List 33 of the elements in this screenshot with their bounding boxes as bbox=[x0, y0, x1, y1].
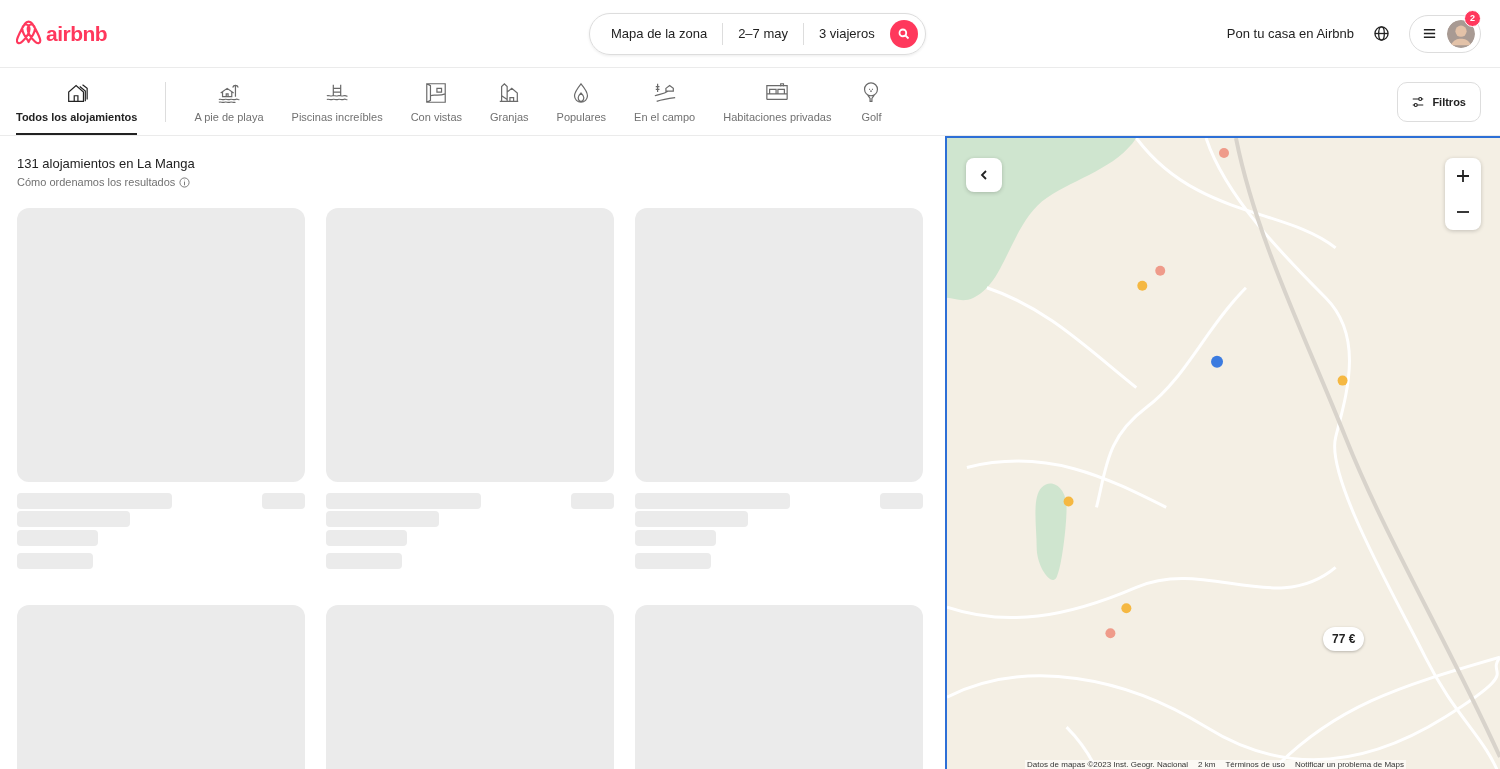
chevron-left-icon bbox=[978, 169, 990, 181]
filters-button[interactable]: Filtros bbox=[1397, 81, 1481, 122]
map-data-notice: Datos de mapas ©2023 Inst. Geogr. Nacional bbox=[1027, 760, 1189, 769]
search-segment[interactable]: 3 viajeros bbox=[804, 26, 890, 41]
search-segment[interactable]: 2–7 may bbox=[723, 26, 803, 41]
category-tab[interactable]: En el campo bbox=[634, 68, 696, 135]
scale-label: 2 km bbox=[1198, 760, 1216, 769]
globe-icon[interactable] bbox=[1374, 26, 1389, 41]
results-title: 131 alojamientos en La Manga bbox=[17, 156, 196, 171]
search-button[interactable] bbox=[889, 19, 918, 48]
category-tab[interactable]: Piscinas increíbles bbox=[291, 68, 383, 135]
avatar-icon bbox=[1447, 19, 1475, 48]
collapse-map-button[interactable] bbox=[966, 158, 1002, 192]
plus-icon bbox=[1456, 169, 1470, 183]
map-link[interactable]: Términos de uso bbox=[1225, 760, 1286, 769]
framed-picture-icon bbox=[424, 80, 449, 105]
category-tab[interactable]: Populares bbox=[556, 68, 607, 135]
category-tab[interactable]: Todos los alojamientos bbox=[16, 68, 138, 135]
search-icon bbox=[897, 27, 910, 40]
map-link[interactable]: Notificar un problema de Maps bbox=[1295, 760, 1404, 769]
category-tab[interactable]: Golf bbox=[859, 68, 884, 135]
sliders-icon bbox=[1412, 95, 1425, 108]
notification-badge: 2 bbox=[1464, 9, 1481, 27]
search-segment[interactable]: Mapa de la zona bbox=[596, 26, 723, 41]
sort-info-link[interactable]: Cómo ordenamos los resultados bbox=[17, 176, 176, 188]
menu-icon bbox=[1422, 26, 1437, 41]
logo-wordmark[interactable]: airbnb bbox=[46, 21, 108, 46]
category-tab[interactable]: Habitaciones privadas bbox=[723, 68, 832, 135]
info-icon[interactable] bbox=[179, 176, 191, 188]
category-tab[interactable]: Granjas bbox=[490, 68, 529, 135]
category-tab[interactable]: Con vistas bbox=[410, 68, 462, 135]
category-tab[interactable]: A pie de playa bbox=[194, 68, 264, 135]
host-link[interactable]: Pon tu casa en Airbnb bbox=[1226, 26, 1354, 41]
